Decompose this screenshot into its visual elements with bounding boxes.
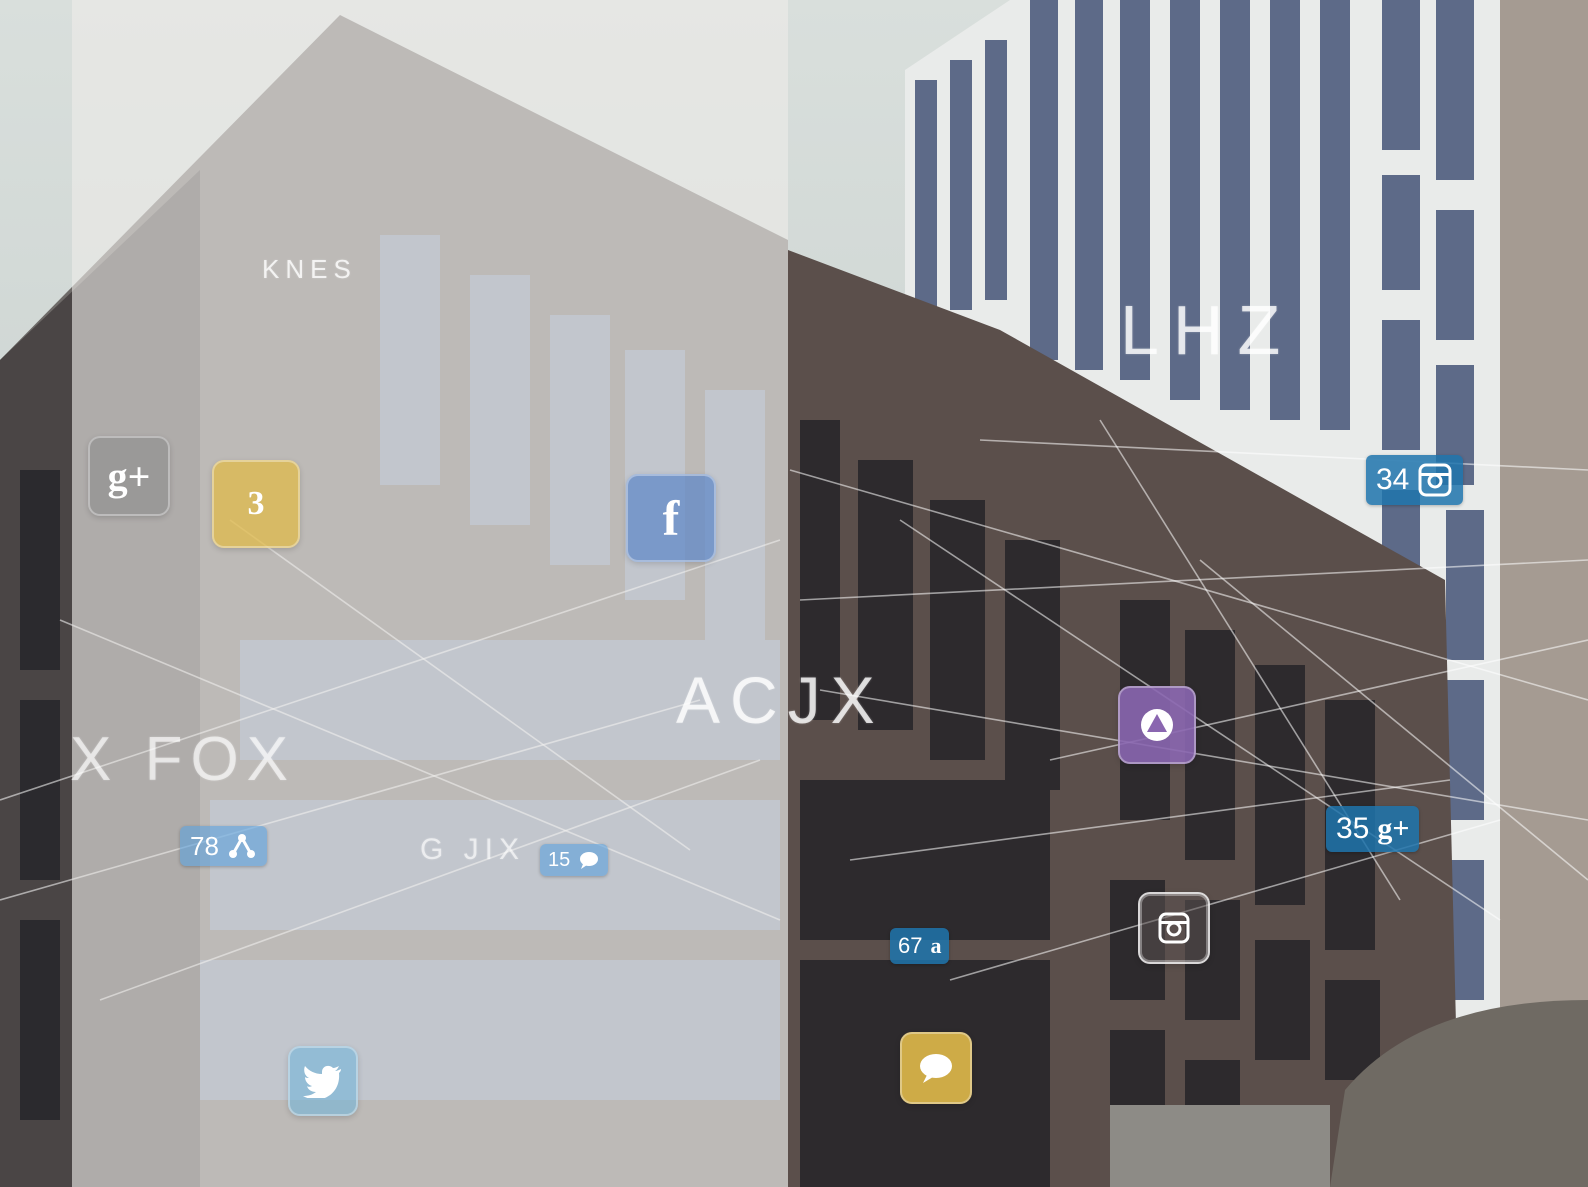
overlay-word-lhz: LHZ xyxy=(1120,291,1295,369)
comment-count-badge: 15 xyxy=(540,844,609,876)
amazon-count: 67 xyxy=(898,933,923,958)
twitter-icon xyxy=(303,1065,341,1098)
overlay-word-acjx: ACJX xyxy=(676,663,885,737)
facebook-icon: f xyxy=(662,490,680,546)
chat-tile[interactable] xyxy=(900,1032,972,1104)
purple-app-tile[interactable] xyxy=(1118,686,1196,764)
overlay-word-gjix: G JIX xyxy=(420,833,526,866)
comment-count: 15 xyxy=(548,848,571,871)
share-count: 78 xyxy=(190,830,219,861)
share-icon xyxy=(228,834,255,858)
amazon-count-badge: 67 a xyxy=(890,928,950,964)
purple-app-icon xyxy=(1141,709,1173,741)
facebook-tile[interactable]: f xyxy=(626,474,716,562)
instagram-icon xyxy=(1418,463,1452,497)
google-count-badge: 35 g+ xyxy=(1326,806,1420,852)
low-roof xyxy=(1110,1105,1330,1187)
google-count: 35 xyxy=(1336,812,1370,845)
chat-bubble-icon xyxy=(920,1054,952,1083)
photo-scene: KNES LHZ ACJX X FOX G JIX g+ 3 f 34 35 g… xyxy=(0,0,1588,1187)
overlay-word-xfox: X FOX xyxy=(70,725,297,794)
google-plus-tile[interactable]: g+ xyxy=(88,436,170,516)
chat-bubble-icon xyxy=(580,852,599,869)
yellow-app-icon: 3 xyxy=(247,485,265,522)
faded-overlay-panel xyxy=(72,0,788,1187)
google-plus-icon: g+ xyxy=(107,453,151,499)
amazon-icon: a xyxy=(930,933,942,958)
instagram-count-badge: 34 xyxy=(1366,455,1464,505)
instagram-tile[interactable] xyxy=(1138,892,1210,964)
instagram-icon xyxy=(1158,912,1190,944)
share-count-badge: 78 xyxy=(180,826,267,866)
yellow-app-tile[interactable]: 3 xyxy=(212,460,300,548)
twitter-tile[interactable] xyxy=(288,1046,358,1116)
instagram-count: 34 xyxy=(1376,463,1410,496)
google-plus-icon: g+ xyxy=(1377,812,1410,845)
overlay-word-knes: KNES xyxy=(262,254,357,284)
